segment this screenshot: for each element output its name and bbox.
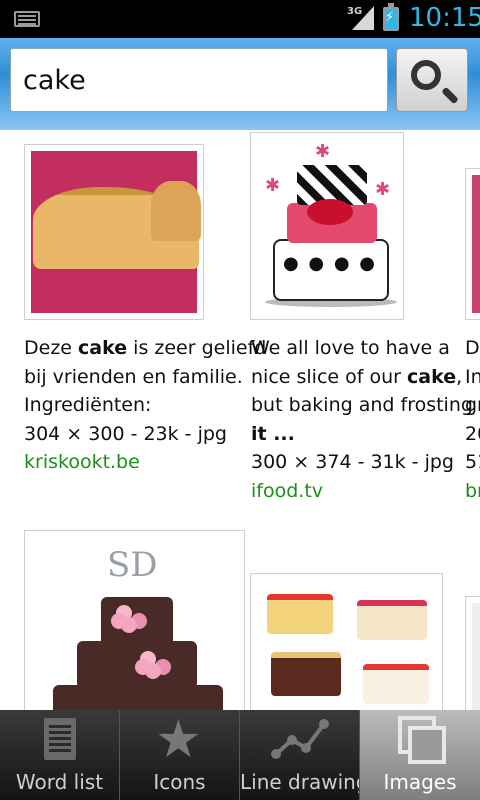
- result-thumbnail-5[interactable]: [250, 573, 443, 710]
- tab-word-list[interactable]: Word list: [0, 710, 120, 800]
- tab-label: Icons: [153, 770, 206, 794]
- network-type: 3G: [347, 6, 363, 17]
- search-header: [0, 38, 480, 130]
- chocolate-wedding-cake-image: SD: [31, 537, 238, 710]
- pound-cake-image: [31, 151, 201, 313]
- result-thumbnail-3[interactable]: [465, 168, 480, 320]
- cake-image: [472, 175, 480, 313]
- result-meta: 304 × 300 - 23k - jpg: [24, 422, 227, 445]
- line-drawing-icon: [271, 719, 329, 759]
- caption-line: Deze cake is zeer geliefd: [24, 337, 267, 359]
- search-input[interactable]: [10, 48, 388, 112]
- caption-line: Di: [465, 337, 480, 359]
- result-meta: 51: [465, 451, 480, 473]
- caption-line: bij vrienden en familie.: [24, 365, 243, 388]
- caption-line: gr: [465, 394, 480, 416]
- tab-images[interactable]: Images: [360, 710, 480, 800]
- tab-label: Line drawing: [240, 770, 359, 794]
- search-icon: [411, 60, 441, 90]
- tab-label: Images: [383, 770, 457, 794]
- caption-line: 20: [465, 422, 480, 445]
- clock: 10:15: [409, 3, 480, 33]
- status-bar: 3G 10:15: [0, 0, 480, 38]
- result-thumbnail-6[interactable]: [465, 596, 480, 710]
- tab-label: Word list: [15, 770, 104, 794]
- keyboard-icon: [14, 11, 40, 27]
- caption-line: Ingrediënten:: [24, 394, 152, 416]
- caption-line: it ...: [251, 422, 295, 445]
- result-meta: 300 × 374 - 31k - jpg: [251, 451, 454, 473]
- word-list-icon: [44, 718, 76, 760]
- caption-line: nice slice of our cake,: [251, 365, 463, 388]
- star-icon: ★: [155, 710, 202, 770]
- topsy-turvy-cake-image: ✱ ✱ ✱: [257, 139, 397, 313]
- cake-image: [472, 603, 480, 710]
- battery-charging-icon: [383, 3, 399, 31]
- result-domain-link[interactable]: kriskookt.be: [24, 448, 266, 477]
- result-domain-link[interactable]: ifood.tv: [251, 477, 473, 506]
- result-thumbnail-4[interactable]: SD: [24, 530, 245, 710]
- tab-icons[interactable]: ★ Icons: [120, 710, 240, 800]
- cake-slices-image: [257, 580, 436, 710]
- image-results[interactable]: Deze cake is zeer geliefd bij vrienden e…: [0, 130, 480, 710]
- result-caption-1[interactable]: Deze cake is zeer geliefd bij vrienden e…: [24, 334, 266, 477]
- result-thumbnail-1[interactable]: [24, 144, 204, 320]
- images-icon: [398, 716, 446, 764]
- result-thumbnail-2[interactable]: ✱ ✱ ✱: [250, 132, 404, 320]
- caption-line: but baking and frosting: [251, 394, 473, 416]
- tab-line-drawing[interactable]: Line drawing: [240, 710, 360, 800]
- result-domain-link[interactable]: br: [465, 477, 480, 506]
- caption-line: We all love to have a: [251, 337, 450, 359]
- search-button[interactable]: [396, 48, 468, 112]
- result-caption-2[interactable]: We all love to have a nice slice of our …: [251, 334, 473, 505]
- result-caption-3[interactable]: Di In gr 20 51 br: [465, 334, 480, 505]
- tab-bar: Word list ★ Icons Line drawing Images: [0, 710, 480, 800]
- caption-line: In: [465, 365, 480, 388]
